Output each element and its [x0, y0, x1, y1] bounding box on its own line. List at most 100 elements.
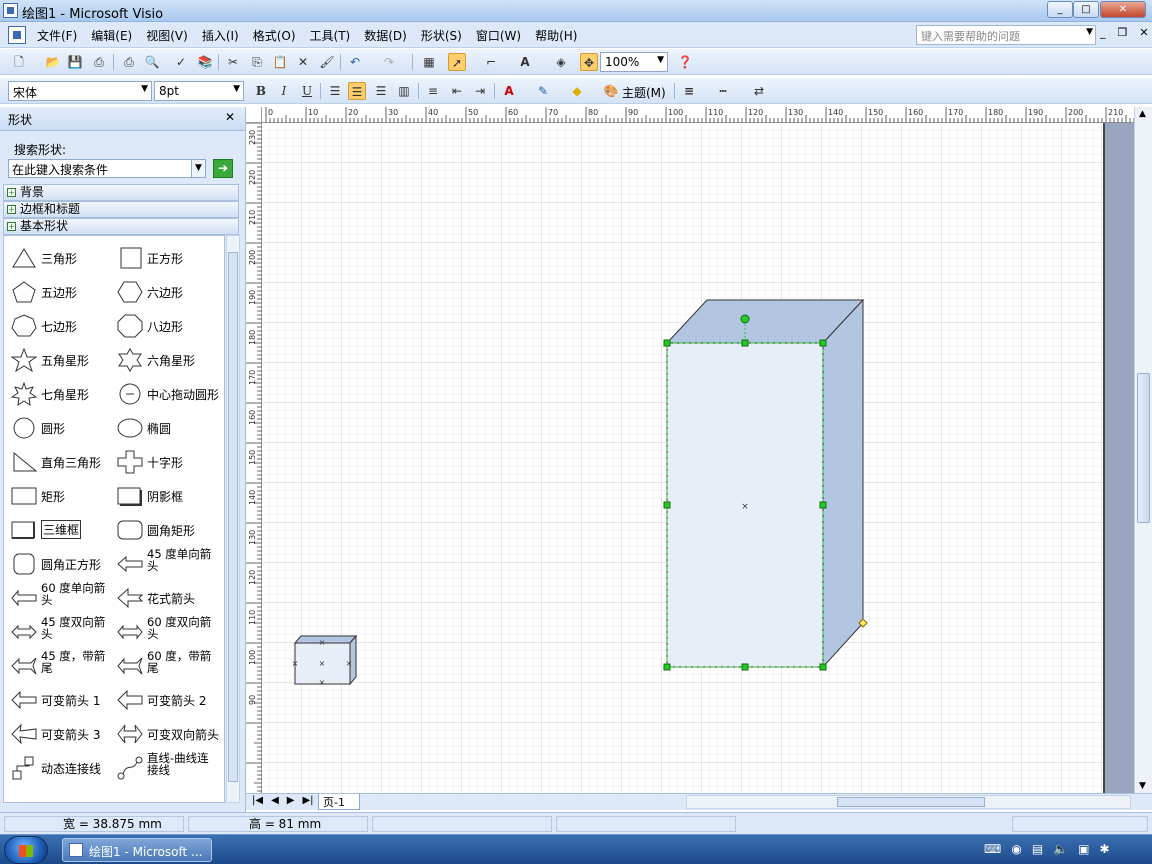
text-tool-icon[interactable]: A	[516, 53, 534, 71]
app-tray-icon[interactable]: ✱	[1099, 842, 1109, 856]
scroll-thumb[interactable]	[228, 252, 238, 782]
open-icon[interactable]: 📂	[44, 53, 62, 71]
doc-minimize-icon[interactable]: _	[1100, 26, 1106, 39]
shape-variable-double-arrow[interactable]: 可变双向箭头	[112, 716, 219, 750]
scroll-down-icon[interactable]: ▼	[1139, 781, 1146, 791]
stencil-borders-titles[interactable]: + 边框和标题	[3, 201, 239, 218]
print-setup-icon[interactable]: ⎙	[90, 53, 108, 71]
align-left-icon[interactable]: ☰	[326, 82, 344, 100]
menu-shape[interactable]: 形状(S)	[414, 27, 469, 44]
shape-7-star[interactable]: 七角星形	[6, 376, 112, 410]
shape-center-drag-circle[interactable]: 中心拖动圆形	[112, 376, 219, 410]
menu-tools[interactable]: 工具(T)	[303, 27, 358, 44]
cut-icon[interactable]: ✂	[224, 53, 242, 71]
selected-3d-box[interactable]: ×	[663, 298, 868, 671]
stencil-basic-shapes[interactable]: + 基本形状	[3, 218, 239, 235]
paste-icon[interactable]: 📋	[271, 53, 289, 71]
shape-6-star[interactable]: 六角星形	[112, 342, 218, 376]
search-shapes-input[interactable]: 在此键入搜索条件 ▼	[8, 159, 206, 178]
page-tab[interactable]: 页-1	[318, 794, 360, 810]
shape-variable-arrow-3[interactable]: 可变箭头 3	[6, 716, 112, 750]
last-page-icon[interactable]: ▶|	[302, 795, 313, 806]
shape-circle[interactable]: 圆形	[6, 410, 112, 444]
shapes-window-icon[interactable]: ▦	[420, 53, 438, 71]
shape-fancy-arrow[interactable]: 花式箭头	[112, 580, 218, 614]
shape-3d-box[interactable]: 三维框	[6, 512, 112, 546]
line-pattern-icon[interactable]: ┅	[714, 82, 732, 100]
drawing-canvas[interactable]: × × × × × ×	[262, 123, 1134, 793]
small-3d-box[interactable]: × × × × ×	[292, 634, 358, 687]
device-icon[interactable]: ▣	[1078, 842, 1089, 856]
shape-right-triangle[interactable]: 直角三角形	[6, 444, 112, 478]
chevron-down-icon[interactable]: ▼	[233, 84, 240, 94]
menu-help[interactable]: 帮助(H)	[528, 27, 584, 44]
resize-handle[interactable]	[819, 339, 827, 347]
horizontal-scrollbar[interactable]	[686, 795, 1131, 809]
new-icon[interactable]: 🗋	[10, 53, 28, 71]
shape-variable-arrow-2[interactable]: 可变箭头 2	[112, 682, 218, 716]
menu-view[interactable]: 视图(V)	[139, 27, 195, 44]
font-size-combo[interactable]: 8pt ▼	[154, 81, 244, 101]
zoom-combo[interactable]: 100% ▼	[600, 52, 668, 72]
shape-shadow-box[interactable]: 阴影框	[112, 478, 218, 512]
menu-format[interactable]: 格式(O)	[246, 27, 303, 44]
align-right-icon[interactable]: ☰	[372, 82, 390, 100]
chevron-down-icon[interactable]: ▼	[657, 55, 664, 65]
spelling-icon[interactable]: ✓	[172, 53, 190, 71]
shape-60-double-arrow[interactable]: 60 度双向箭头	[112, 614, 218, 648]
chevron-down-icon[interactable]: ▼	[191, 160, 205, 177]
menu-file[interactable]: 文件(F)	[30, 27, 84, 44]
pan-zoom-icon[interactable]: ✥	[580, 53, 598, 71]
fill-color-icon[interactable]: ◆	[568, 82, 586, 100]
doc-restore-icon[interactable]: ❐	[1118, 26, 1128, 39]
search-go-button[interactable]: ➔	[213, 159, 233, 178]
rotation-handle[interactable]	[740, 314, 750, 324]
keyboard-icon[interactable]: ⌨	[984, 842, 1001, 856]
shape-45-tail-arrow[interactable]: 45 度，带箭尾	[6, 648, 112, 682]
justify-icon[interactable]: ▥	[395, 82, 413, 100]
line-ends-icon[interactable]: ⇄	[750, 82, 768, 100]
resize-handle[interactable]	[663, 339, 671, 347]
resize-handle[interactable]	[819, 501, 827, 509]
vertical-ruler[interactable]: 230 220 210 200 190 180 170 160 150 140 130 120 110 1…	[246, 122, 262, 796]
bullets-icon[interactable]: ≡	[424, 82, 442, 100]
scroll-thumb[interactable]	[1137, 373, 1150, 523]
shape-pentagon[interactable]: 五边形	[6, 274, 112, 308]
scroll-thumb[interactable]	[837, 797, 985, 807]
shape-curve-connector[interactable]: 直线-曲线连接线	[112, 750, 218, 784]
shape-45-single-arrow[interactable]: 45 度单向箭头	[112, 546, 218, 580]
shape-dynamic-connector[interactable]: 动态连接线	[6, 750, 112, 784]
line-color-icon[interactable]: ✎	[534, 82, 552, 100]
resize-handle[interactable]	[741, 339, 749, 347]
scroll-up-icon[interactable]: ▲	[1139, 109, 1146, 119]
line-weight-icon[interactable]: ≡	[680, 82, 698, 100]
pointer-tool-icon[interactable]: ➚	[448, 53, 466, 71]
shape-rounded-square[interactable]: 圆角正方形	[6, 546, 112, 580]
start-button[interactable]	[4, 836, 48, 864]
underline-button[interactable]: U	[298, 82, 316, 100]
shape-variable-arrow-1[interactable]: 可变箭头 1	[6, 682, 112, 716]
help-search-input[interactable]: 键入需要帮助的问题 ▼	[916, 25, 1096, 45]
stamp-tool-icon[interactable]: ◈	[552, 53, 570, 71]
menu-data[interactable]: 数据(D)	[357, 27, 414, 44]
next-page-icon[interactable]: ▶	[287, 795, 295, 806]
connector-tool-icon[interactable]: ⌐	[482, 53, 500, 71]
minimize-button[interactable]: _	[1047, 1, 1073, 18]
shape-octagon[interactable]: 八边形	[112, 308, 218, 342]
decrease-indent-icon[interactable]: ⇤	[448, 82, 466, 100]
close-button[interactable]: ✕	[1100, 1, 1146, 18]
shape-45-double-arrow[interactable]: 45 度双向箭头	[6, 614, 112, 648]
vertical-scrollbar[interactable]: ▲ ▼	[1134, 107, 1152, 793]
chevron-down-icon[interactable]: ▼	[141, 84, 148, 94]
close-icon[interactable]: ✕	[225, 110, 235, 124]
shape-hexagon[interactable]: 六边形	[112, 274, 218, 308]
help-icon[interactable]: ❓	[676, 53, 694, 71]
increase-indent-icon[interactable]: ⇥	[471, 82, 489, 100]
document-icon[interactable]	[8, 26, 26, 44]
italic-button[interactable]: I	[275, 82, 293, 100]
redo-icon[interactable]: ↷	[380, 53, 398, 71]
shape-60-tail-arrow[interactable]: 60 度，带箭尾	[112, 648, 218, 682]
security-icon[interactable]: ◉	[1011, 842, 1021, 856]
delete-icon[interactable]: ✕	[294, 53, 312, 71]
menu-insert[interactable]: 插入(I)	[195, 27, 246, 44]
